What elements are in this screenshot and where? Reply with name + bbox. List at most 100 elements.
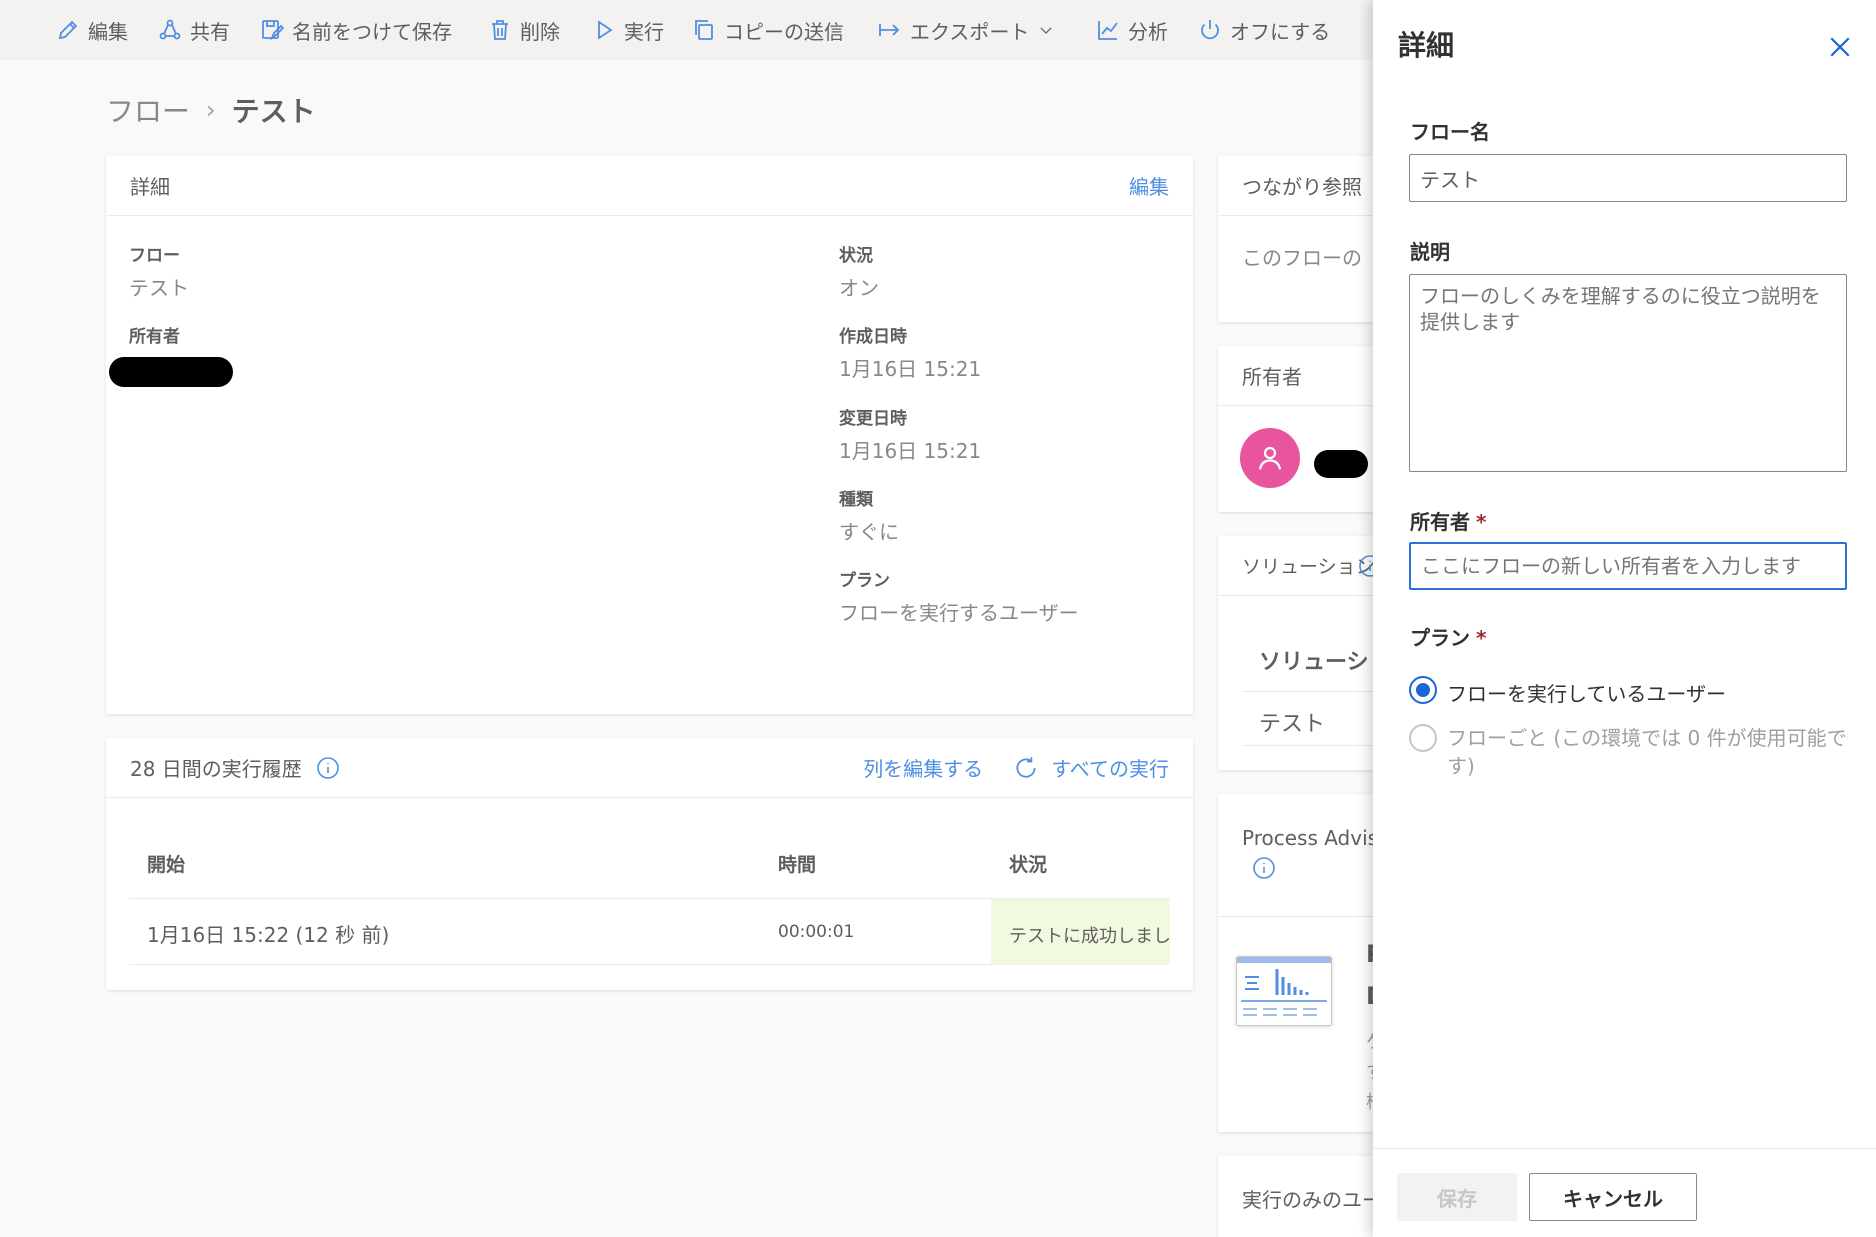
analytics-button[interactable]: 分析 <box>1096 14 1168 46</box>
panel-footer: 保存 キャンセル <box>1373 1148 1876 1237</box>
connections-title: つながり参照 <box>1242 175 1362 199</box>
owner-field-label: 所有者 <box>129 327 180 347</box>
description-textarea[interactable] <box>1409 274 1847 472</box>
created-field-value: 1月16日 15:21 <box>839 357 982 381</box>
trash-icon <box>492 20 508 40</box>
plan-label: プラン * <box>1410 622 1486 651</box>
save-as-button[interactable]: 名前をつけて保存 <box>260 14 452 46</box>
chevron-down-icon <box>1040 27 1053 34</box>
status-field: 状況 オン <box>839 241 879 301</box>
radio-unchecked[interactable] <box>1409 724 1437 752</box>
run-button[interactable]: 実行 <box>592 14 664 46</box>
modified-field-label: 変更日時 <box>839 409 907 429</box>
run-history-title: 28 日間の実行履歴 <box>130 757 302 781</box>
plan-field-value: フローを実行するユーザー <box>839 601 1079 625</box>
plan-field: プラン フローを実行するユーザー <box>839 566 1079 626</box>
flow-name-input[interactable] <box>1409 154 1847 202</box>
required-mark: * <box>1476 626 1487 650</box>
plan-option-per-flow-label: フローごと (この環境では 0 件が使用可能です) <box>1447 726 1847 778</box>
radio-checked[interactable] <box>1409 676 1437 704</box>
send-copy-button[interactable]: コピーの送信 <box>692 14 844 46</box>
plan-option-user-label: フローを実行しているユーザー <box>1447 682 1726 706</box>
plan-label-text: プラン <box>1410 626 1470 650</box>
owner-field: 所有者 <box>109 322 233 387</box>
col-header-duration[interactable]: 時間 <box>778 850 816 877</box>
owners-title: 所有者 <box>1242 365 1302 389</box>
modified-field-value: 1月16日 15:21 <box>839 439 982 463</box>
thumbnail-chart-icon <box>1237 957 1331 1016</box>
flow-field: フロー テスト <box>129 241 189 301</box>
breadcrumb-root[interactable]: フロー <box>106 90 190 130</box>
details-card: 詳細 編集 フロー テスト 所有者 状況 オン 作成日時 1月16日 15:21… <box>106 156 1193 714</box>
power-icon <box>1201 20 1219 40</box>
details-edit-link[interactable]: 編集 <box>1129 171 1169 200</box>
run-history-actions: 列を編集する すべての実行 <box>863 753 1169 782</box>
cancel-button[interactable]: キャンセル <box>1529 1173 1697 1221</box>
row-duration-cell: 00:00:01 <box>778 922 855 942</box>
delete-button[interactable]: 削除 <box>488 14 560 46</box>
run-history-title-group: 28 日間の実行履歴 <box>130 753 340 782</box>
owner-name-redacted <box>1314 450 1368 478</box>
info-icon[interactable] <box>316 756 340 780</box>
flow-field-value: テスト <box>129 276 189 300</box>
details-card-title: 詳細 <box>130 175 170 199</box>
status-field-value: オン <box>839 276 879 300</box>
export-arrow-icon <box>879 24 900 36</box>
send-copy-label: コピーの送信 <box>724 19 844 44</box>
save-as-label: 名前をつけて保存 <box>292 19 452 44</box>
run-label: 実行 <box>624 19 664 44</box>
owner-input[interactable] <box>1409 542 1847 590</box>
share-label: 共有 <box>190 19 230 44</box>
col-header-status[interactable]: 状況 <box>1009 850 1047 877</box>
process-advisor-title: Process Advis <box>1242 826 1379 850</box>
edit-columns-link[interactable]: 列を編集する <box>863 753 983 782</box>
turn-off-button[interactable]: オフにする <box>1198 14 1330 46</box>
details-card-header: 詳細 編集 <box>106 156 1193 216</box>
breadcrumb: フロー › テスト <box>106 90 316 130</box>
required-mark: * <box>1476 510 1487 534</box>
save-as-icon <box>262 20 284 41</box>
all-runs-link[interactable]: すべての実行 <box>1013 753 1169 782</box>
avatar[interactable] <box>1240 428 1300 488</box>
flow-name-label: フロー名 <box>1410 120 1490 144</box>
analytics-label: 分析 <box>1128 19 1168 44</box>
refresh-icon <box>1016 756 1036 778</box>
turn-off-label: オフにする <box>1230 19 1331 44</box>
status-badge: テストに成功しまし <box>991 899 1170 965</box>
owner-label-text: 所有者 <box>1410 510 1470 534</box>
plan-field-label: プラン <box>839 571 890 591</box>
type-field-value: すぐに <box>839 520 899 544</box>
table-row[interactable]: 1月16日 15:22 (12 秒 前) 00:00:01 テストに成功しまし <box>129 899 1170 965</box>
export-label: エクスポート <box>910 19 1030 44</box>
col-header-start[interactable]: 開始 <box>147 850 185 877</box>
plan-option-user[interactable]: フローを実行しているユーザー <box>1409 676 1726 707</box>
modified-field: 変更日時 1月16日 15:21 <box>839 404 981 464</box>
connections-body: このフローの <box>1242 246 1362 270</box>
play-icon <box>598 20 613 40</box>
breadcrumb-current: テスト <box>231 95 316 128</box>
save-button[interactable]: 保存 <box>1397 1173 1517 1221</box>
type-field: 種類 すぐに <box>839 485 899 545</box>
plan-option-per-flow[interactable]: フローごと (この環境では 0 件が使用可能です) <box>1409 724 1849 780</box>
delete-label: 削除 <box>520 19 560 44</box>
run-history-card: 28 日間の実行履歴 列を編集する すべての実行 開始 時間 状況 1月16日 … <box>106 738 1193 990</box>
app-root: 編集 共有 名前をつけて保存 削除 実行 コピーの送信 エクスポート 分析 オフ… <box>0 0 1876 1237</box>
person-icon <box>1258 446 1282 470</box>
row-start-cell: 1月16日 15:22 (12 秒 前) <box>147 923 390 947</box>
description-label: 説明 <box>1410 240 1450 264</box>
edit-label: 編集 <box>88 19 128 44</box>
panel-title: 詳細 <box>1398 29 1455 62</box>
process-advisor-thumbnail-icon <box>1236 956 1332 1026</box>
info-icon[interactable] <box>1252 856 1276 880</box>
close-icon[interactable] <box>1825 32 1855 62</box>
edit-button[interactable]: 編集 <box>56 14 128 46</box>
export-button[interactable]: エクスポート <box>878 14 1055 46</box>
share-button[interactable]: 共有 <box>158 14 230 46</box>
solutions-item-label: テスト <box>1259 712 1326 737</box>
run-history-header: 28 日間の実行履歴 列を編集する すべての実行 <box>106 738 1193 798</box>
run-only-users-title: 実行のみのユー <box>1242 1188 1382 1212</box>
row-status-cell: テストに成功しまし <box>1009 926 1170 947</box>
copy-icon <box>695 20 713 40</box>
details-edit-panel: 詳細 フロー名 説明 所有者* プラン* フローを実行しているユーザー フローご… <box>1373 0 1876 1237</box>
owner-redacted <box>109 357 233 387</box>
